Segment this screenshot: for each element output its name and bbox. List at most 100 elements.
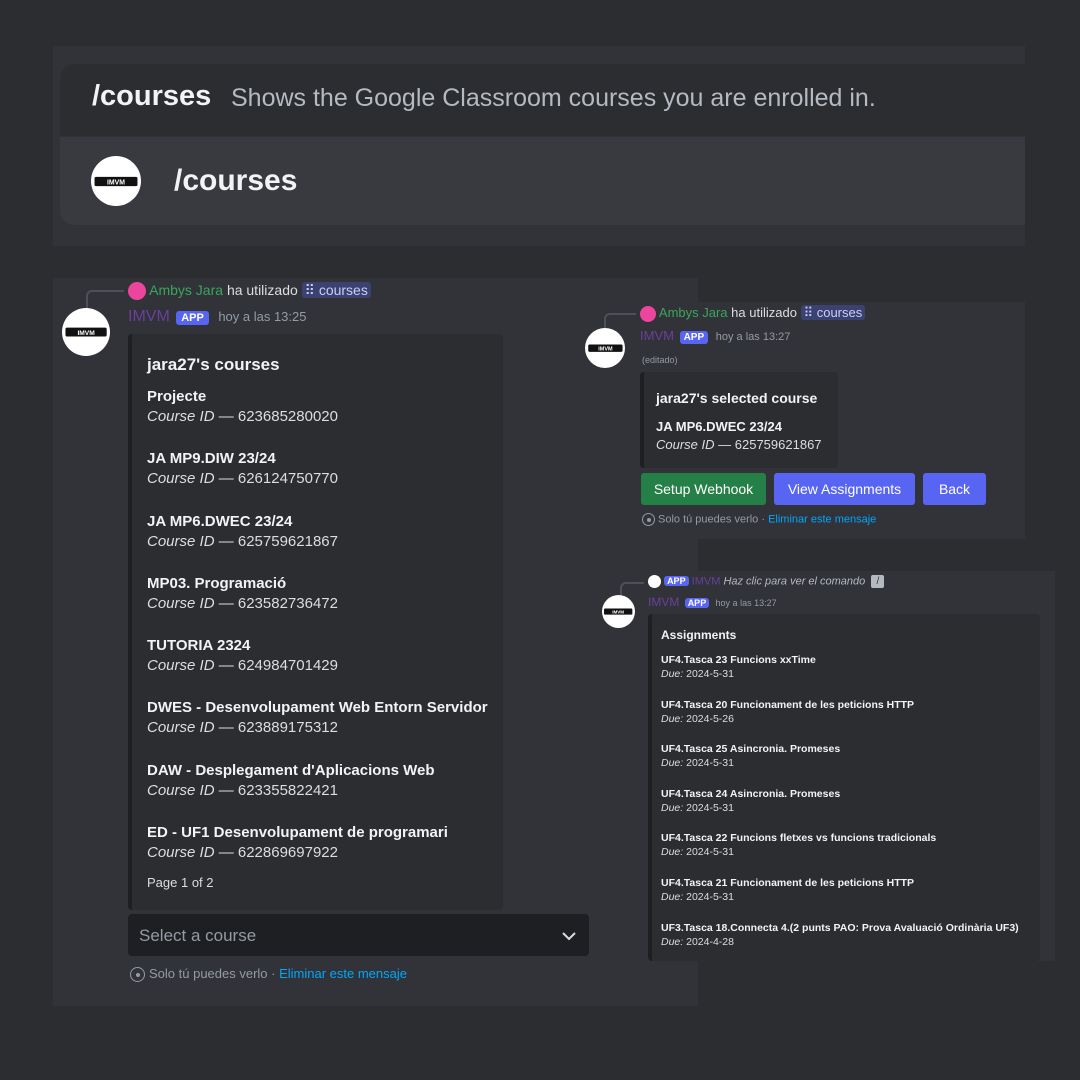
command-chip[interactable]: ⠿ courses (800, 305, 866, 320)
command-reply-header: APP IMVM Haz clic para ver el comando / (648, 575, 885, 588)
reply-bot-name: IMVM (691, 575, 721, 588)
used-text: ha utilizado (226, 282, 298, 298)
due-date: 2024-5-31 (686, 668, 734, 680)
due-label: Due: (661, 801, 684, 814)
message-header: IMVM APP hoy a las 13:27 (640, 328, 790, 344)
embed-footer: Page 1 of 2 (147, 875, 214, 890)
command-chip[interactable]: ⠿ courses (301, 282, 371, 298)
ephemeral-text: Solo tú puedes verlo · (149, 966, 280, 981)
embed-title: jara27's courses (147, 355, 280, 374)
reply-connector (604, 313, 636, 329)
assignment-name: UF4.Tasca 23 Funcions xxTime (661, 654, 816, 666)
svg-text:IMVM: IMVM (598, 346, 613, 352)
course-id-label: Course ID (147, 470, 215, 488)
course-name: DWES - Desenvolupament Web Entorn Servid… (147, 699, 488, 717)
due-label: Due: (661, 757, 684, 770)
bot-name[interactable]: IMVM (128, 308, 170, 325)
imvm-logo-icon: IMVM (65, 327, 107, 337)
course-name: JA MP6.DWEC 23/24 (656, 419, 782, 434)
course-item: MP03. Programació Course ID — 62358273647… (147, 574, 497, 636)
course-id-value: 623889175312 (237, 719, 338, 737)
bot-avatar: IMVM (91, 156, 141, 206)
assignment-due: Due: 2024-5-31 (661, 845, 1036, 860)
assignment-due: Due: 2024-5-31 (661, 801, 1036, 816)
delete-message-link[interactable]: Eliminar este mensaje (279, 966, 407, 981)
course-id-value: 625759621867 (237, 532, 338, 550)
timestamp: hoy a las 13:25 (218, 309, 307, 324)
setup-webhook-button[interactable]: Setup Webhook (641, 473, 766, 505)
assignment-name: UF3.Tasca 18.Connecta 4.(2 punts PAO: Pr… (661, 921, 1019, 934)
course-id: Course ID — 623355822421 (147, 780, 497, 801)
course-id-label: Course ID (147, 594, 215, 612)
course-id-value: 622869697922 (237, 844, 338, 862)
course-id-value: 626124750770 (237, 470, 338, 488)
chevron-down-icon (562, 932, 576, 941)
bot-avatar: IMVM (602, 595, 635, 628)
user-avatar (640, 305, 656, 322)
course-id-label: Course ID (147, 719, 215, 737)
course-id-label: Course ID (147, 844, 215, 862)
course-id-value: 623355822421 (237, 781, 338, 799)
app-badge: APP (684, 598, 710, 608)
course-id-dash: — (214, 844, 238, 862)
due-date: 2024-5-31 (686, 846, 734, 859)
command-description: Shows the Google Classroom courses you a… (231, 84, 876, 112)
eye-icon (642, 513, 655, 526)
select-course-dropdown[interactable]: Select a course (128, 914, 589, 956)
course-name: ED - UF1 Desenvolupament de programari (147, 824, 448, 842)
username[interactable]: Ambys Jara (659, 305, 728, 320)
ephemeral-notice: Solo tú puedes verlo · Eliminar este men… (130, 966, 407, 983)
timestamp: hoy a las 13:27 (715, 598, 777, 608)
course-id: Course ID — 623582736472 (147, 593, 497, 614)
command-option-text: /courses (174, 164, 298, 197)
course-item: JA MP6.DWEC 23/24 Course ID — 62575962186… (147, 512, 497, 574)
bot-name[interactable]: IMVM (640, 328, 674, 343)
course-id: Course ID — 623889175312 (147, 717, 497, 738)
course-id-dash: — (214, 532, 238, 550)
course-item: TUTORIA 2324 Course ID — 624984701429 (147, 636, 497, 698)
due-label: Due: (661, 890, 684, 903)
course-id: Course ID — 623685280020 (147, 406, 497, 427)
course-id-dash: — (214, 408, 238, 425)
due-date: 2024-5-31 (686, 757, 734, 770)
course-id: Course ID — 625759621867 (656, 437, 822, 452)
course-item: JA MP9.DIW 23/24 Course ID — 626124750770 (147, 449, 497, 511)
imvm-logo-icon: IMVM (587, 344, 623, 352)
app-badge: APP (679, 331, 709, 344)
course-id-dash: — (714, 437, 735, 452)
assignment-name: UF4.Tasca 24 Asincronia. Promeses (661, 787, 841, 800)
ephemeral-notice: Solo tú puedes verlo · Eliminar este men… (642, 513, 876, 526)
assignment-name: UF4.Tasca 21 Funcionament de les peticio… (661, 876, 915, 889)
delete-message-link[interactable]: Eliminar este mensaje (768, 513, 876, 525)
due-date: 2024-5-31 (686, 890, 734, 903)
reply-text[interactable]: Haz clic para ver el comando (723, 575, 865, 587)
course-name: JA MP9.DIW 23/24 (147, 450, 276, 468)
course-id-value: 624984701429 (237, 657, 338, 675)
due-label: Due: (661, 712, 684, 725)
app-badge: APP (664, 576, 689, 587)
bot-avatar: IMVM (585, 328, 625, 368)
assignment-name: UF4.Tasca 22 Funcions fletxes vs funcion… (661, 832, 937, 845)
course-id-label: Course ID (147, 408, 215, 425)
view-assignments-button[interactable]: View Assignments (774, 473, 915, 505)
command-reply-header: Ambys Jara ha utilizado ⠿ courses (128, 282, 371, 301)
course-id: Course ID — 624984701429 (147, 655, 497, 676)
assignment-due: Due: 2024-4-28 (661, 935, 1036, 950)
assignment-item: UF4.Tasca 20 Funcionament de les peticio… (661, 698, 1036, 743)
course-name: TUTORIA 2324 (147, 637, 251, 655)
message-header: IMVM APP hoy a las 13:27 (648, 595, 777, 609)
assignment-due: Due: 2024-5-26 (661, 712, 1036, 727)
slash-command-icon: ⠿ (803, 305, 817, 320)
assignment-item: UF4.Tasca 21 Funcionament de les peticio… (661, 876, 1036, 921)
due-label: Due: (661, 668, 684, 680)
due-date: 2024-5-31 (686, 801, 734, 814)
course-id-dash: — (214, 657, 238, 675)
course-list: Projecte Course ID — 623685280020 JA MP9.D… (147, 387, 497, 885)
svg-text:IMVM: IMVM (107, 179, 125, 186)
select-placeholder: Select a course (139, 926, 257, 945)
back-button[interactable]: Back (923, 473, 986, 505)
username[interactable]: Ambys Jara (149, 282, 223, 298)
bot-name[interactable]: IMVM (648, 595, 679, 609)
course-id-label: Course ID (656, 437, 715, 452)
course-item: Projecte Course ID — 623685280020 (147, 387, 497, 449)
